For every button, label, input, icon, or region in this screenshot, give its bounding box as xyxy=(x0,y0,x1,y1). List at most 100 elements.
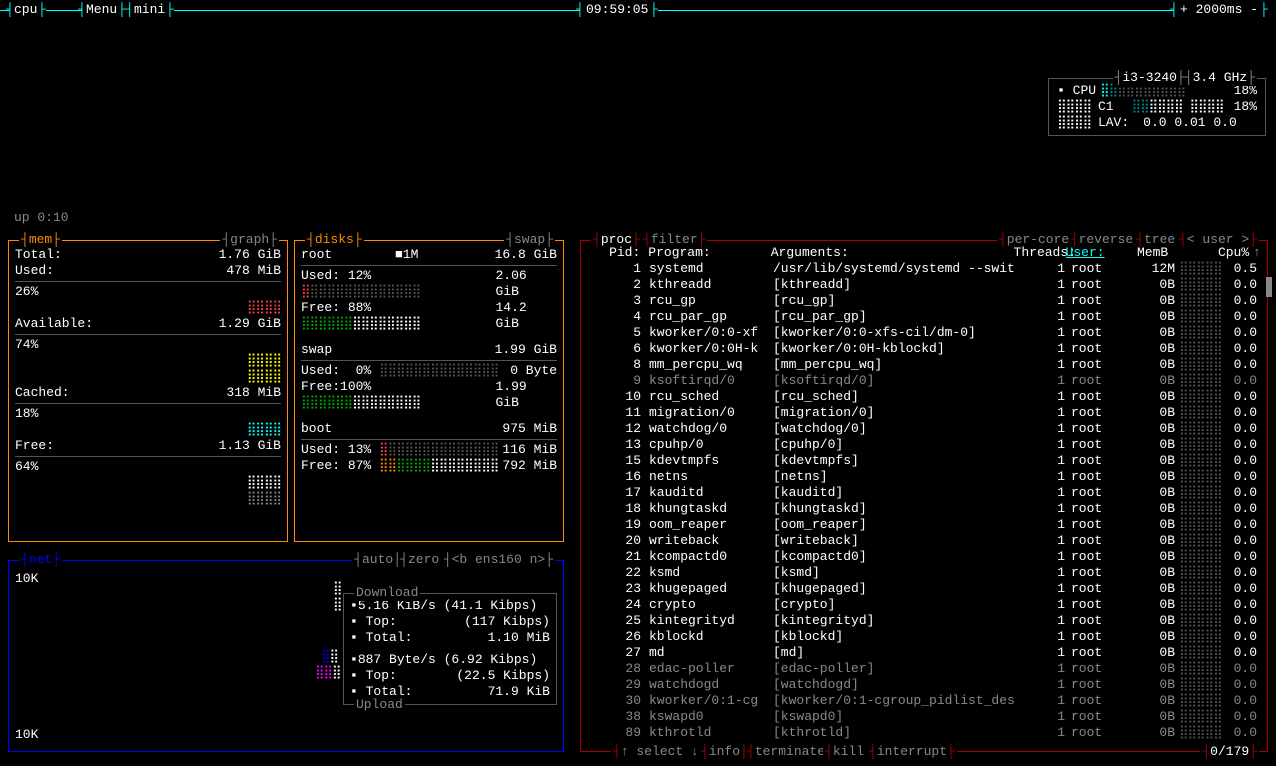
sort-arrow-icon: ↑ xyxy=(1249,245,1261,261)
ul-speed: 887 Byte/s (6.92 Kibps) xyxy=(358,652,537,668)
proc-hdr-cpu[interactable]: Cpu% xyxy=(1214,245,1250,261)
proc-row[interactable]: 21 kcompactd0 [kcompactd0] 1 root 0B ⣿⣿⣿… xyxy=(587,549,1261,565)
mem-free-val: 1.13 GiB xyxy=(219,438,281,454)
proc-row[interactable]: 1 systemd /usr/lib/systemd/systemd --swi… xyxy=(587,261,1261,277)
proc-row[interactable]: 12 watchdog/0 [watchdog/0] 1 root 0B ⣿⣿⣿… xyxy=(587,421,1261,437)
proc-row[interactable]: 26 kblockd [kblockd] 1 root 0B ⣿⣿⣿⣿⣿ 0.0 xyxy=(587,629,1261,645)
disk-swap-name: swap xyxy=(301,342,332,358)
disk-swap-total: 1.99 GiB xyxy=(495,342,557,358)
cpu-label: CPU xyxy=(1073,83,1096,99)
disk-boot-free: 792 MiB xyxy=(502,458,557,474)
proc-row[interactable]: 16 netns [netns] 1 root 0B ⣿⣿⣿⣿⣿ 0.0 xyxy=(587,469,1261,485)
proc-row[interactable]: 28 edac-poller [edac-poller] 1 root 0B ⣿… xyxy=(587,661,1261,677)
proc-row[interactable]: 15 kdevtmpfs [kdevtmpfs] 1 root 0B ⣿⣿⣿⣿⣿… xyxy=(587,453,1261,469)
proc-row[interactable]: 22 ksmd [ksmd] 1 root 0B ⣿⣿⣿⣿⣿ 0.0 xyxy=(587,565,1261,581)
cpu-model: i3-3240 xyxy=(1122,70,1177,85)
proc-row[interactable]: 27 md [md] 1 root 0B ⣿⣿⣿⣿⣿ 0.0 xyxy=(587,645,1261,661)
proc-row[interactable]: 18 khungtaskd [khungtaskd] 1 root 0B ⣿⣿⣿… xyxy=(587,501,1261,517)
c1-label: C1 xyxy=(1098,99,1114,115)
net-scale-top: 10K xyxy=(15,571,38,587)
mem-free-pct: 64% xyxy=(15,459,38,475)
mem-used-label: Used: xyxy=(15,263,54,279)
net-zero-btn[interactable]: zero xyxy=(408,552,439,567)
disk-swap-free: 1.99 GiB xyxy=(495,379,557,411)
mem-free-label: Free: xyxy=(15,438,54,454)
proc-row[interactable]: 4 rcu_par_gp [rcu_par_gp] 1 root 0B ⣿⣿⣿⣿… xyxy=(587,309,1261,325)
proc-row[interactable]: 8 mm_percpu_wq [mm_percpu_wq] 1 root 0B … xyxy=(587,357,1261,373)
proc-hdr-args[interactable]: Arguments: xyxy=(767,245,1014,261)
ul-total: 71.9 KiB xyxy=(488,684,550,700)
proc-select-btn[interactable]: ↑ select ↓ xyxy=(621,744,699,759)
disk-root-name: root xyxy=(301,247,332,263)
proc-row[interactable]: 24 crypto [crypto] 1 root 0B ⣿⣿⣿⣿⣿ 0.0 xyxy=(587,597,1261,613)
proc-row[interactable]: 6 kworker/0:0H-k [kworker/0:0H-kblockd] … xyxy=(587,341,1261,357)
disk-root-total: 16.8 GiB xyxy=(495,247,557,263)
mem-avail-val: 1.29 GiB xyxy=(219,316,281,332)
lav-label: LAV: xyxy=(1098,115,1129,131)
net-auto-btn[interactable]: auto xyxy=(362,552,393,567)
proc-interrupt-btn[interactable]: interrupt xyxy=(877,744,947,759)
proc-kill-btn[interactable]: kill xyxy=(833,744,864,759)
clock: 09:59:05 xyxy=(586,2,648,18)
mem-cached-label: Cached: xyxy=(15,385,70,401)
ul-top: (22.5 Kibps) xyxy=(456,668,550,684)
tab-cpu[interactable]: cpu xyxy=(14,2,37,18)
net-stats: Download Upload ▪ 5.16 KiB/s (41.1 Kibps… xyxy=(343,593,557,705)
download-label: Download xyxy=(354,585,420,601)
proc-row[interactable]: 11 migration/0 [migration/0] 1 root 0B ⣿… xyxy=(587,405,1261,421)
disks-panel: ┤disks├ ┤swap├ root ■1M 16.8 GiB Used: 1… xyxy=(294,240,564,542)
mem-used-pct: 26% xyxy=(15,284,38,300)
proc-panel: ┤proc├ ┤filter├ ┤per-core├ ┤reverse├ ┤tr… xyxy=(580,240,1268,752)
proc-terminate-btn[interactable]: terminate xyxy=(755,744,825,759)
proc-hdr-program[interactable]: Program: xyxy=(640,245,766,261)
mem-total-label: Total: xyxy=(15,247,62,263)
disk-boot-name: boot xyxy=(301,421,332,437)
c1-pct: 18% xyxy=(1224,99,1257,115)
disk-boot-used: 116 MiB xyxy=(502,442,557,458)
mem-avail-pct: 74% xyxy=(15,337,38,353)
disk-swap-used: 0 Byte xyxy=(510,363,557,379)
tab-mini[interactable]: mini xyxy=(134,2,165,18)
proc-hdr-pid[interactable]: Pid: xyxy=(587,245,640,261)
mem-cached-val: 318 MiB xyxy=(226,385,281,401)
proc-row[interactable]: 10 rcu_sched [rcu_sched] 1 root 0B ⣿⣿⣿⣿⣿… xyxy=(587,389,1261,405)
proc-row[interactable]: 5 kworker/0:0-xf [kworker/0:0-xfs-cil/dm… xyxy=(587,325,1261,341)
mem-graph-btn[interactable]: graph xyxy=(230,232,269,247)
dl-total: 1.10 MiB xyxy=(488,630,550,646)
proc-row[interactable]: 3 rcu_gp [rcu_gp] 1 root 0B ⣿⣿⣿⣿⣿ 0.0 xyxy=(587,293,1261,309)
disk-root-io: ■1M xyxy=(395,247,418,263)
proc-row[interactable]: 9 ksoftirqd/0 [ksoftirqd/0] 1 root 0B ⣿⣿… xyxy=(587,373,1261,389)
proc-row[interactable]: 38 kswapd0 [kswapd0] 1 root 0B ⣿⣿⣿⣿⣿ 0.0 xyxy=(587,709,1261,725)
proc-row[interactable]: 30 kworker/0:1-cg [kworker/0:1-cgroup_pi… xyxy=(587,693,1261,709)
proc-row[interactable]: 23 khugepaged [khugepaged] 1 root 0B ⣿⣿⣿… xyxy=(587,581,1261,597)
proc-row[interactable]: 20 writeback [writeback] 1 root 0B ⣿⣿⣿⣿⣿… xyxy=(587,533,1261,549)
proc-row[interactable]: 89 kthrotld [kthrotld] 1 root 0B ⣿⣿⣿⣿⣿ 0… xyxy=(587,725,1261,741)
disks-swap-btn[interactable]: swap xyxy=(514,232,545,247)
disk-boot-total: 975 MiB xyxy=(502,421,557,437)
proc-row[interactable]: 25 kintegrityd [kintegrityd] 1 root 0B ⣿… xyxy=(587,613,1261,629)
dl-top: (117 Kibps) xyxy=(464,614,550,630)
tab-menu[interactable]: Menu xyxy=(86,2,117,18)
mem-total-val: 1.76 GiB xyxy=(219,247,281,263)
proc-scrollbar[interactable] xyxy=(1266,277,1272,297)
refresh-rate[interactable]: + 2000ms - xyxy=(1180,2,1258,18)
proc-hdr-threads[interactable]: Threads: xyxy=(1014,245,1060,261)
proc-hdr-user[interactable]: User: xyxy=(1060,245,1119,261)
proc-row[interactable]: 2 kthreadd [kthreadd] 1 root 0B ⣿⣿⣿⣿⣿ 0.… xyxy=(587,277,1261,293)
uptime: up 0:10 xyxy=(14,210,69,226)
proc-row[interactable]: 19 oom_reaper [oom_reaper] 1 root 0B ⣿⣿⣿… xyxy=(587,517,1261,533)
net-panel: ┤net├ ┤auto├ ┤zero├ ┤<b ens160 n>├ 10K 1… xyxy=(8,560,564,752)
cpu-summary-box: ┤i3-3240├┤3.4 GHz├ ▪ CPU ⣿⣿⣿⣿⣿⣿⣿⣿⣿⣿ 18% … xyxy=(1048,78,1266,136)
net-iface[interactable]: <b ens160 n> xyxy=(452,552,546,567)
mem-panel: ┤mem├ ┤graph├ Total:1.76 GiB Used:478 Mi… xyxy=(8,240,288,542)
proc-info-btn[interactable]: info xyxy=(709,744,740,759)
proc-row[interactable]: 29 watchdogd [watchdogd] 1 root 0B ⣿⣿⣿⣿⣿… xyxy=(587,677,1261,693)
proc-hdr-memb[interactable]: MemB xyxy=(1119,245,1168,261)
net-scale-bot: 10K xyxy=(15,727,38,743)
proc-row[interactable]: 13 cpuhp/0 [cpuhp/0] 1 root 0B ⣿⣿⣿⣿⣿ 0.0 xyxy=(587,437,1261,453)
disk-root-used: 2.06 GiB xyxy=(495,268,557,300)
proc-row[interactable]: 17 kauditd [kauditd] 1 root 0B ⣿⣿⣿⣿⣿ 0.0 xyxy=(587,485,1261,501)
mem-cached-pct: 18% xyxy=(15,406,38,422)
cpu-freq: 3.4 GHz xyxy=(1193,70,1248,85)
lav-values: 0.0 0.01 0.0 xyxy=(1143,115,1237,131)
